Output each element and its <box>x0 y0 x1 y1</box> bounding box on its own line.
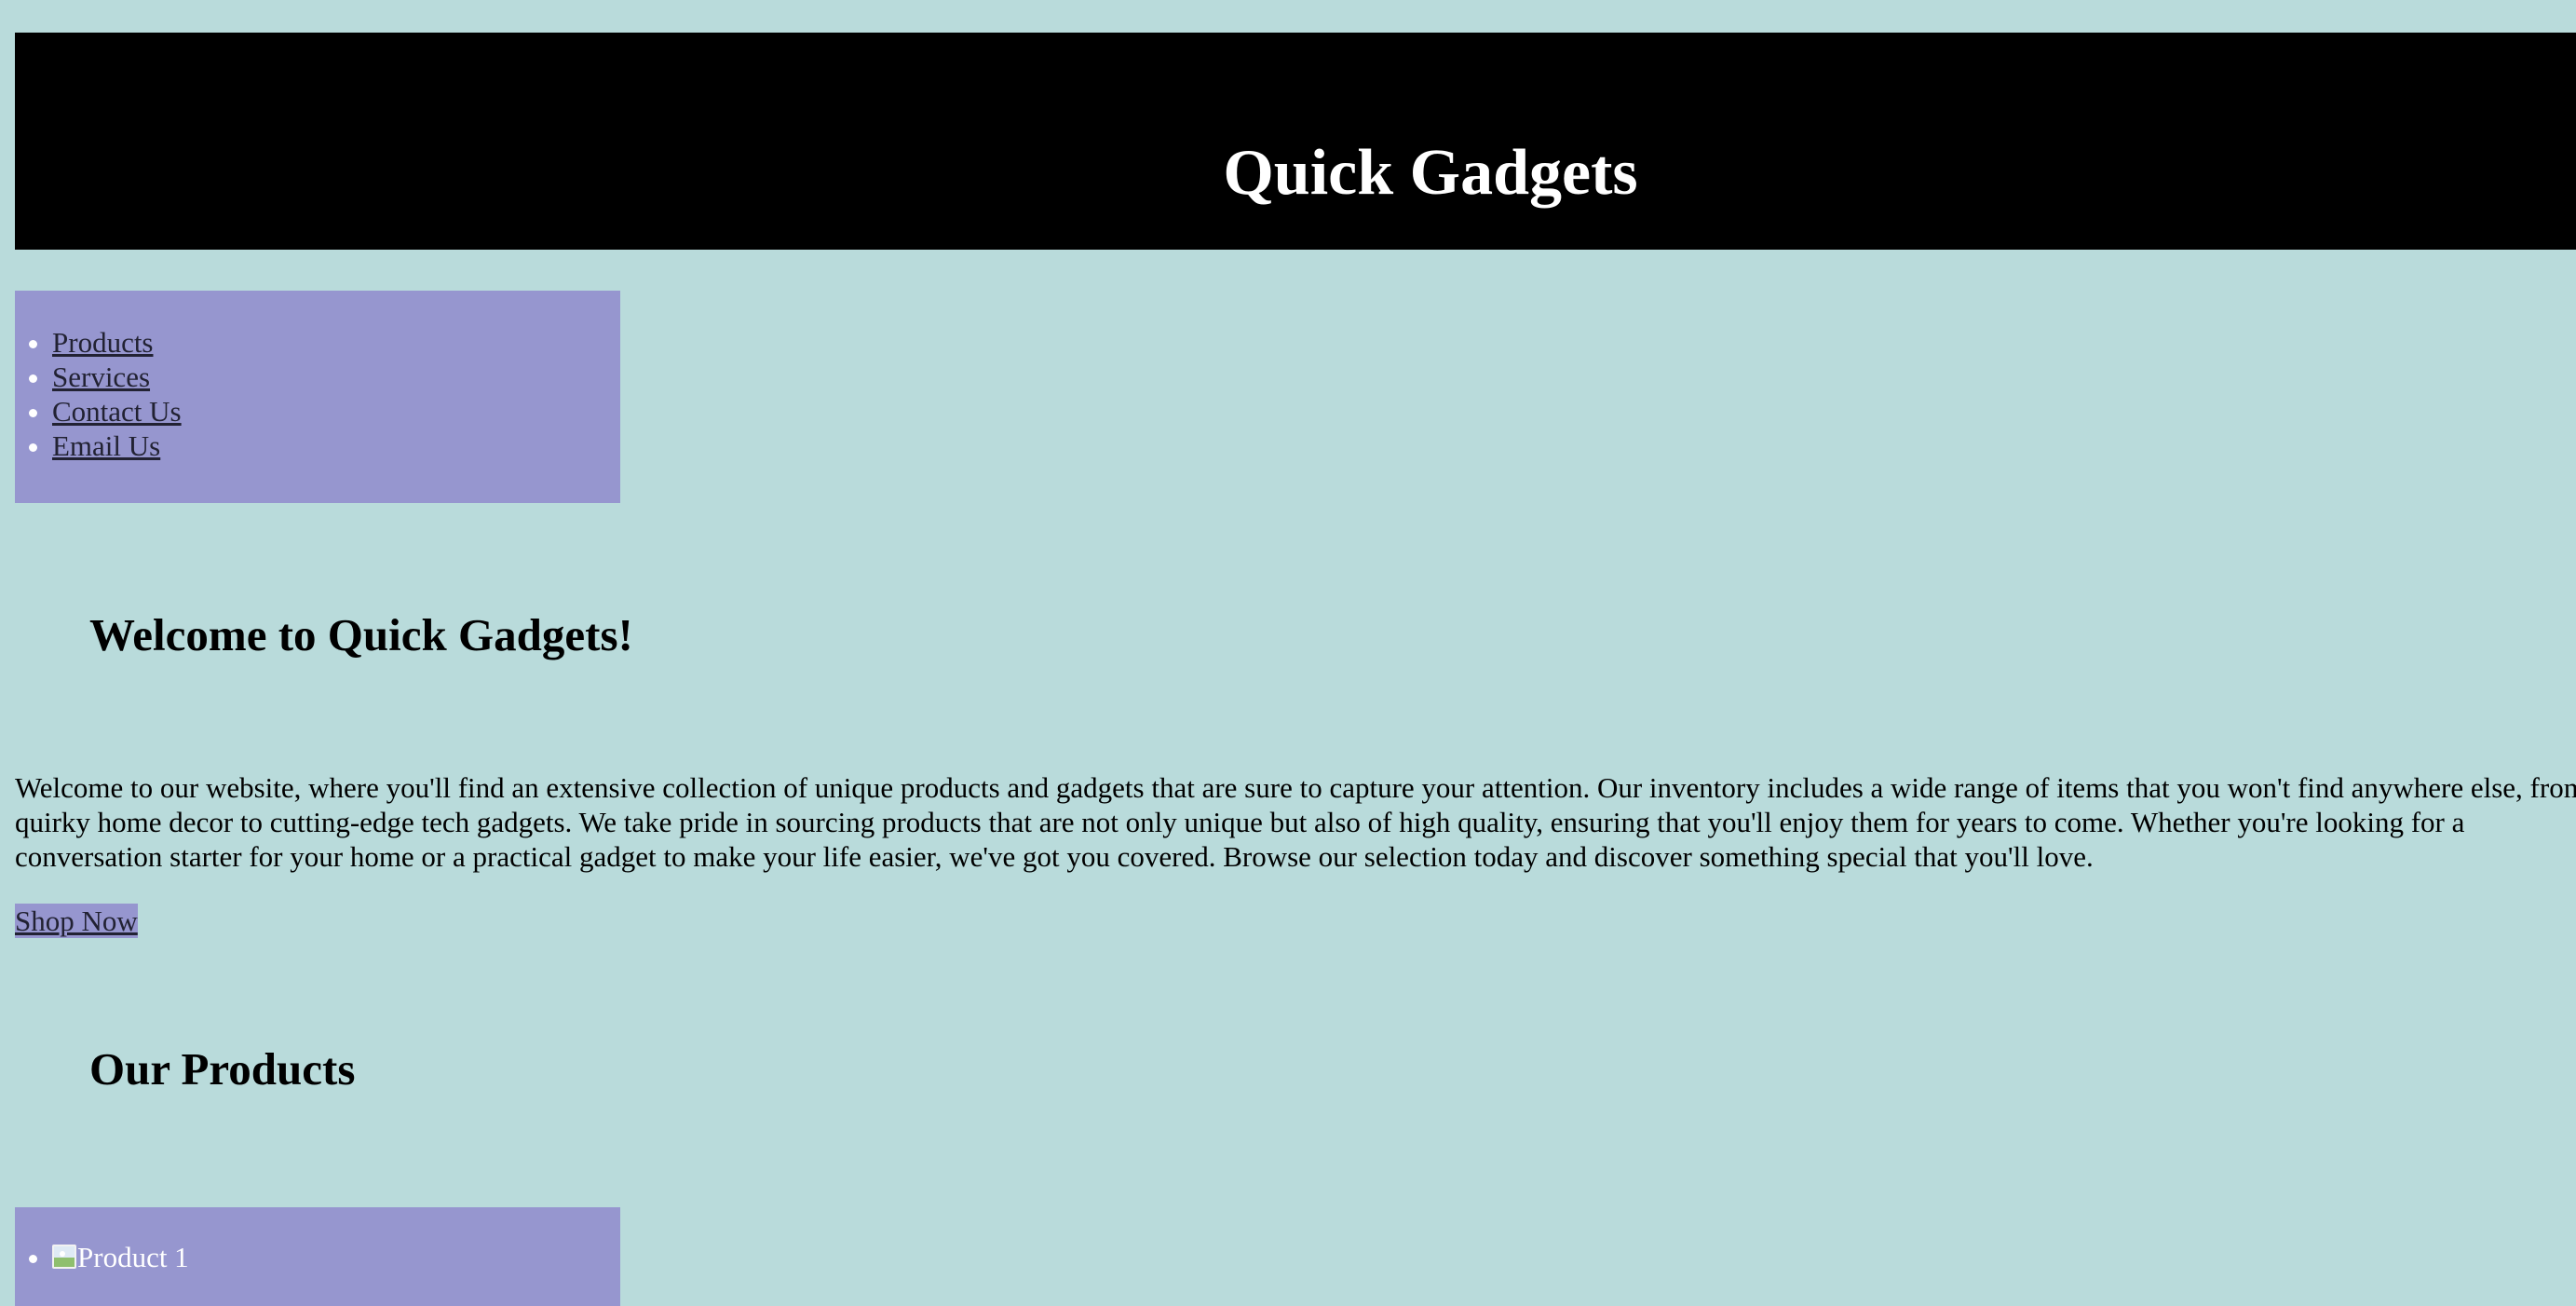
products-heading: Our Products <box>89 1043 356 1095</box>
nav-list: Products Services Contact Us Email Us <box>15 325 182 463</box>
shop-now-link[interactable]: Shop Now <box>15 904 138 938</box>
product-item: Product 1 <box>52 1240 189 1274</box>
welcome-paragraph: Welcome to our website, where you'll fin… <box>15 771 2576 873</box>
nav-link-services[interactable]: Services <box>52 361 150 393</box>
nav-item-contact-us: Contact Us <box>52 394 182 429</box>
site-header: Quick Gadgets <box>15 33 2576 250</box>
nav-link-email-us[interactable]: Email Us <box>52 429 160 462</box>
nav-item-products: Products <box>52 325 182 360</box>
broken-image-icon <box>52 1245 76 1269</box>
nav-item-email-us: Email Us <box>52 429 182 463</box>
product-image-alt-text: Product 1 <box>77 1241 189 1273</box>
site-title: Quick Gadgets <box>1223 137 1638 209</box>
nav-link-products[interactable]: Products <box>52 326 154 359</box>
nav-item-services: Services <box>52 360 182 394</box>
main-nav: Products Services Contact Us Email Us <box>15 291 620 503</box>
nav-link-contact-us[interactable]: Contact Us <box>52 395 182 428</box>
welcome-heading: Welcome to Quick Gadgets! <box>89 609 633 660</box>
products-list-panel: Product 1 <box>15 1207 620 1306</box>
products-list: Product 1 <box>15 1240 189 1274</box>
